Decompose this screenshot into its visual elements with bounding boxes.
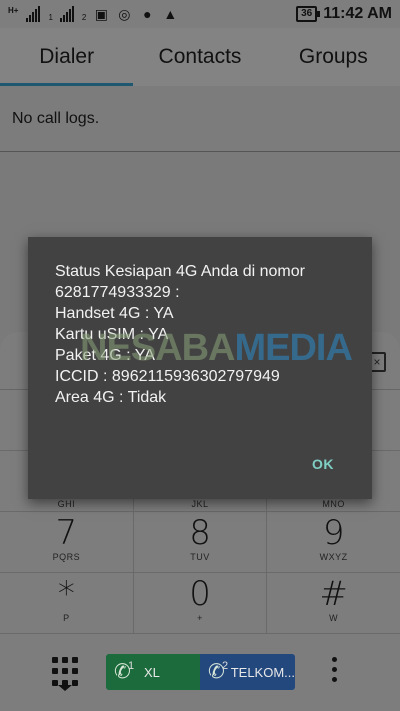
watermark-logo: NESABA MEDIA xyxy=(80,322,353,374)
key-digit: 0 xyxy=(189,574,211,614)
watermark-part1: NESABA xyxy=(80,326,235,369)
key-letters: WXYZ xyxy=(319,552,348,562)
key-letters: + xyxy=(197,613,203,623)
call-log-panel: No call logs. xyxy=(0,86,400,152)
tab-dialer[interactable]: Dialer xyxy=(0,28,134,86)
watermark-part2: MEDIA xyxy=(234,326,352,369)
clock: 11:42 AM xyxy=(323,5,392,22)
key-letters: TUV xyxy=(190,552,210,562)
bottom-bar: ✆ 1 XL ✆ 2 TELKOM... xyxy=(0,637,400,711)
image-icon: ▣ xyxy=(94,5,108,22)
key-9[interactable]: 9 WXYZ xyxy=(267,512,400,572)
battery-icon: 36 xyxy=(296,6,321,22)
phone-icon: ✆ 1 xyxy=(114,659,140,685)
status-bar: H+ 1 2 ▣ ◎ ● ▲ 36 11:42 AM xyxy=(0,0,400,28)
key-digit: 7 xyxy=(55,513,78,553)
tab-contacts[interactable]: Contacts xyxy=(133,28,266,86)
hotspot-icon: ◎ xyxy=(118,5,131,22)
key-digit: # xyxy=(319,574,348,614)
warning-icon: ▲ xyxy=(163,6,178,22)
key-7[interactable]: 7 PQRS xyxy=(0,512,134,572)
key-digit: 8 xyxy=(189,513,211,553)
call-sim2-button[interactable]: ✆ 2 TELKOM... xyxy=(200,654,295,690)
key-letters: MNO xyxy=(322,499,345,509)
overflow-menu-icon[interactable] xyxy=(332,657,338,682)
chat-icon: ● xyxy=(143,6,152,22)
key-digit: 9 xyxy=(322,513,345,553)
key-digit: * xyxy=(57,574,75,614)
sim2-carrier-label: TELKOM... xyxy=(230,664,295,680)
ok-button[interactable]: OK xyxy=(312,456,334,472)
key-0[interactable]: 0 + xyxy=(134,573,268,633)
tab-groups[interactable]: Groups xyxy=(267,28,400,86)
key-letters: W xyxy=(329,613,339,623)
keypad-row-star0hash: * P 0 + # W xyxy=(0,573,400,634)
phone-icon: ✆ 2 xyxy=(208,659,228,685)
sim-slot-number: 2 xyxy=(222,660,229,672)
key-letters: P xyxy=(63,613,70,623)
dialpad-toggle-icon[interactable] xyxy=(50,657,80,687)
call-sim1-button[interactable]: ✆ 1 XL xyxy=(106,654,200,690)
sim1-signal-icon xyxy=(26,6,41,22)
key-letters: GHI xyxy=(57,499,76,509)
key-8[interactable]: 8 TUV xyxy=(134,512,268,572)
keypad-row-789: 7 PQRS 8 TUV 9 WXYZ xyxy=(0,512,400,573)
tab-bar: Dialer Contacts Groups xyxy=(0,28,400,86)
key-star[interactable]: * P xyxy=(0,573,134,633)
key-letters: PQRS xyxy=(52,552,81,562)
key-hash[interactable]: # W xyxy=(267,573,400,633)
network-type-label: H+ xyxy=(8,6,19,15)
sim2-sub-label: 2 xyxy=(81,13,87,22)
key-letters: JKL xyxy=(191,499,209,509)
sim-slot-number: 1 xyxy=(128,660,135,672)
empty-call-log-text: No call logs. xyxy=(12,110,100,127)
sim1-carrier-label: XL xyxy=(144,664,160,680)
sim2-signal-icon xyxy=(59,6,74,22)
sim1-sub-label: 1 xyxy=(48,13,53,22)
chevron-down-icon xyxy=(58,685,72,691)
